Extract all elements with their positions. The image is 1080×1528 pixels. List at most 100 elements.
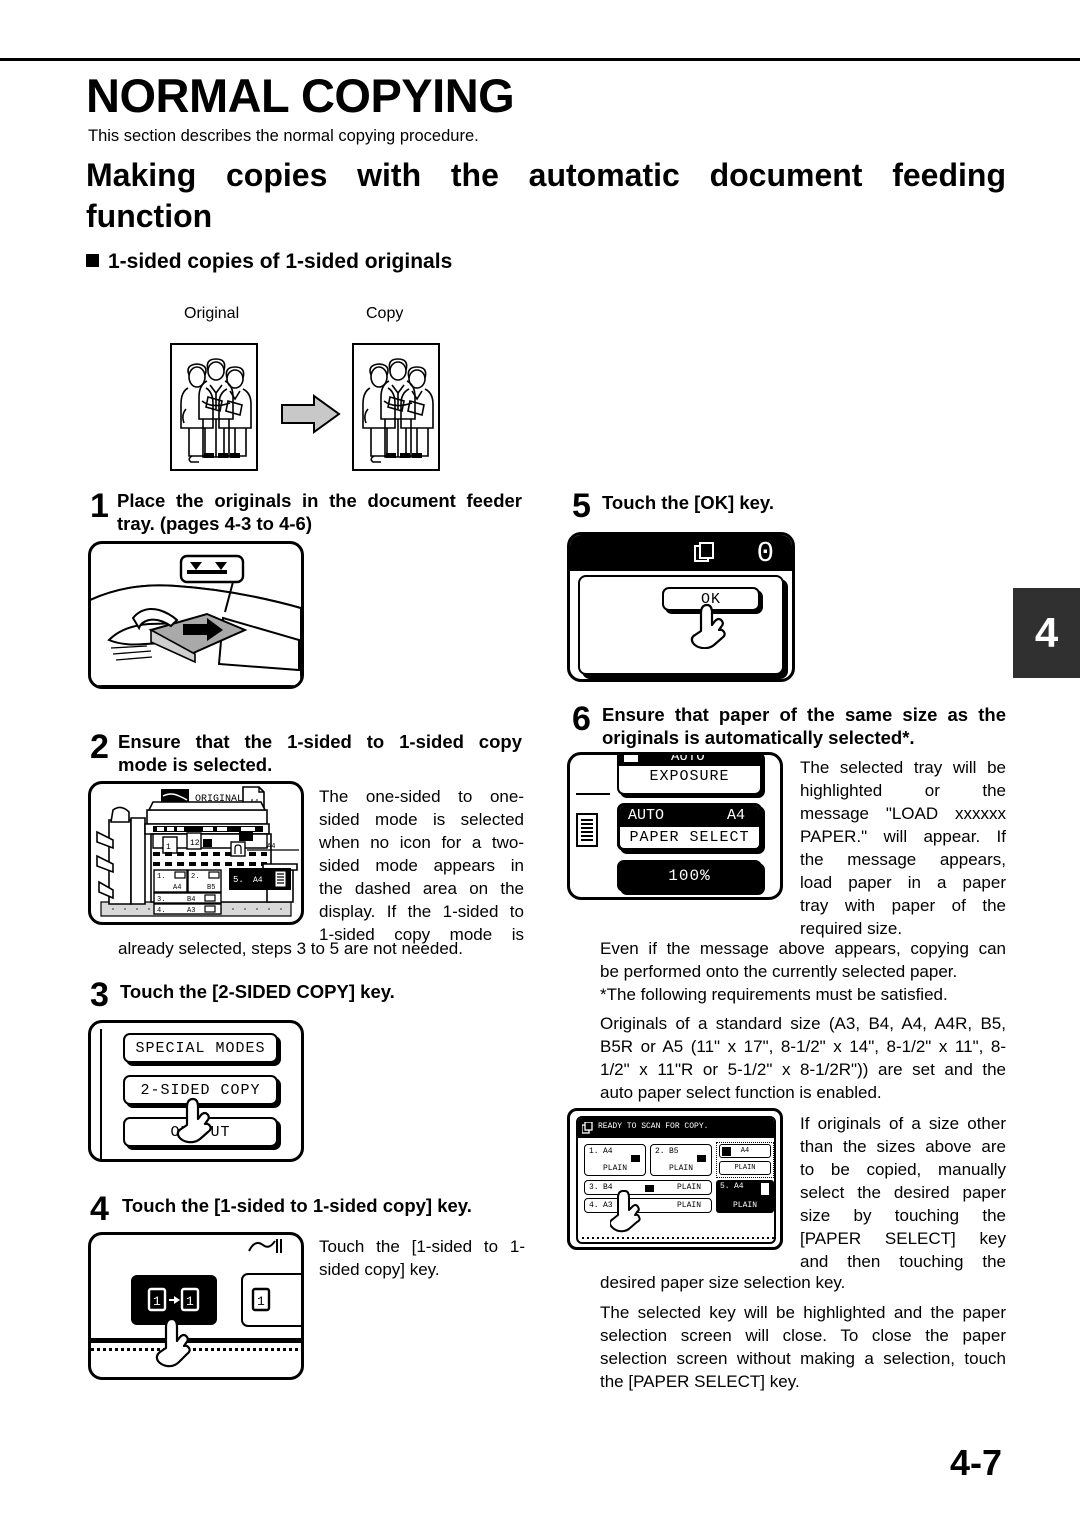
chapter-tab: 4 [1013,588,1080,678]
paragraph-originals-line-1: Originals of a standard size (A3, B4, A4… [600,1014,1006,1033]
step-2-side-line-6: display. If the 1-sided to [319,901,524,921]
tray-level-icon [645,1185,654,1192]
paper-screen-status-bar: READY TO SCAN FOR COPY. [578,1118,774,1138]
square-bullet-icon [86,254,99,267]
screen-corner-detail [247,1237,283,1255]
tray-3-index: 3. [589,1183,599,1192]
lcd-dashed-divider [91,1348,301,1351]
bypass-type: PLAIN [734,1164,756,1172]
step-1-number: 1 [90,487,109,525]
zoom-ratio-value: 100% [668,867,711,885]
bypass-size: A4 [740,1147,750,1155]
pointing-hand-icon [176,1097,214,1145]
para-if-line-2: than the sizes above are [800,1136,1006,1156]
auto-exposure-button[interactable]: AUTO EXPOSURE [617,752,762,795]
svg-text:4.: 4. [157,907,165,915]
svg-text:A4: A4 [253,876,263,885]
step-5-number: 5 [572,487,591,525]
step-3-number: 3 [90,976,109,1014]
paragraph-originals-line-4: auto paper select function is enabled. [600,1082,882,1102]
tray-3-button[interactable]: 3. B4 PLAIN [584,1180,712,1195]
svg-text:A4: A4 [173,884,181,892]
tray-5-button-selected[interactable]: 5. A4 PLAIN [716,1180,774,1213]
paper-select-button[interactable]: AUTO A4 PAPER SELECT [617,803,762,851]
step-2-machine-illustration: ORIGINAL A4 [88,781,304,925]
tray-5-size: A4 [734,1182,744,1191]
copies-stack-icon [582,1122,593,1134]
tray-2-button[interactable]: 2. B5 PLAIN [650,1144,712,1176]
paragraph-if-originals-tail: desired paper size selection key. [600,1273,846,1292]
document-page: 4 NORMAL COPYING This section describes … [0,0,1080,1528]
bypass-size-button[interactable]: A4 [719,1144,771,1158]
step-4-side-line-2: sided copy] key. [319,1259,440,1279]
intro-text: This section describes the normal copyin… [88,127,479,145]
copy-page-thumbnail [352,343,440,471]
pointing-hand-icon [690,603,728,649]
tray-1-size: A4 [603,1147,613,1156]
svg-text:5.: 5. [233,875,244,885]
paragraph-even-if-line-1: Even if the message above appears, copyi… [600,939,1006,958]
lcd-divider [91,1338,301,1343]
step-6-side-line-8: required size. [800,918,903,938]
paper-auto-label: AUTO [628,807,665,824]
step-4-number: 4 [90,1190,109,1228]
paper-screen-inner: READY TO SCAN FOR COPY. 1. A4 PLAIN 2. B… [576,1116,776,1244]
para-if-line-6: [PAPER SELECT] key [800,1228,1006,1248]
zoom-ratio-button[interactable]: 100% [617,860,762,892]
step-2-side-text: The one-sided to one- sided mode is sele… [319,786,524,947]
auto-exposure-auto-label: AUTO [671,752,705,765]
paragraph-selected-key: The selected key will be highlighted and… [600,1302,1006,1394]
step-1-title-line2: tray. (pages 4-3 to 4-6) [117,513,312,535]
tray-2-index: 2. [655,1147,665,1156]
step-2-side-line-5: the dashed area on the [319,878,524,898]
svg-text:A4: A4 [267,843,275,851]
paragraph-even-if-line-2: be performed onto the currently selected… [600,961,958,981]
tray-4-type: PLAIN [676,1201,701,1210]
header-rule [0,58,1080,61]
para-selected-line-1: The selected key will be highlighted and… [600,1303,1006,1322]
step-4-lcd-screen: 1 1 1 [88,1232,304,1380]
exposure-icon [624,755,638,762]
section-heading: Making copies with the automatic documen… [86,155,1006,237]
bypass-type-button[interactable]: PLAIN [719,1161,771,1175]
svg-text:B5: B5 [207,884,215,892]
step-2-side-line-1: The one-sided to one- [319,787,524,806]
page-title: NORMAL COPYING [86,69,515,122]
original-label: Original [184,305,240,322]
special-modes-button[interactable]: SPECIAL MODES [123,1033,278,1063]
bypass-tray-group: A4 PLAIN [716,1142,774,1178]
step-6-side-line-6: load paper in a paper [800,872,1006,892]
svg-text:A3: A3 [187,907,195,915]
step-6-title-line1: Ensure that paper of the same size as th… [602,704,1006,725]
svg-text:1.: 1. [157,873,165,881]
paper-selection-screen: READY TO SCAN FOR COPY. 1. A4 PLAIN 2. B… [567,1108,783,1250]
subsection-heading-label: 1-sided copies of 1-sided originals [108,250,453,273]
step-1-title: Place the originals in the document feed… [117,489,522,536]
paper-select-label: PAPER SELECT [629,829,750,846]
adjacent-mode-button[interactable]: 1 [241,1273,301,1327]
svg-text:1: 1 [257,1294,265,1309]
paragraph-originals: Originals of a standard size (A3, B4, A4… [600,1013,1006,1105]
step-2-side-line-2: sided mode is selected [319,809,524,829]
copy-count-value: 0 [756,537,774,570]
step-2-side-line-3: when no icon for a two- [319,832,524,852]
step-3-title: Touch the [2-SIDED COPY] key. [120,981,395,1002]
step-4-side-text: Touch the [1-sided to 1- sided copy] key… [319,1236,525,1282]
step-6-side-line-2: highlighted or the [800,780,1006,800]
step-2-tail-text: already selected, steps 3 to 5 are not n… [118,939,463,958]
tray-2-size: B5 [669,1147,679,1156]
tray-4-button[interactable]: 4. A3 PLAIN [584,1198,712,1213]
tray-level-icon [631,1155,640,1162]
tray-1-button[interactable]: 1. A4 PLAIN [584,1144,646,1176]
step-3-lcd-screen: SPECIAL MODES 2-SIDED COPY OUTPUT [88,1020,304,1162]
step-2-number: 2 [90,728,109,766]
tray-1-type: PLAIN [602,1164,627,1173]
svg-text:1: 1 [166,843,171,852]
lcd-left-edge [96,1029,102,1159]
step-2-side-line-4: sided mode appears in [319,855,524,875]
svg-text:1: 1 [153,1294,161,1309]
para-if-line-5: size by touching the [800,1205,1006,1225]
paragraph-requirements: *The following requirements must be sati… [600,985,948,1004]
step-6-side-line-4: PAPER." will appear. If [800,826,1006,846]
document-list-icon [576,813,598,847]
